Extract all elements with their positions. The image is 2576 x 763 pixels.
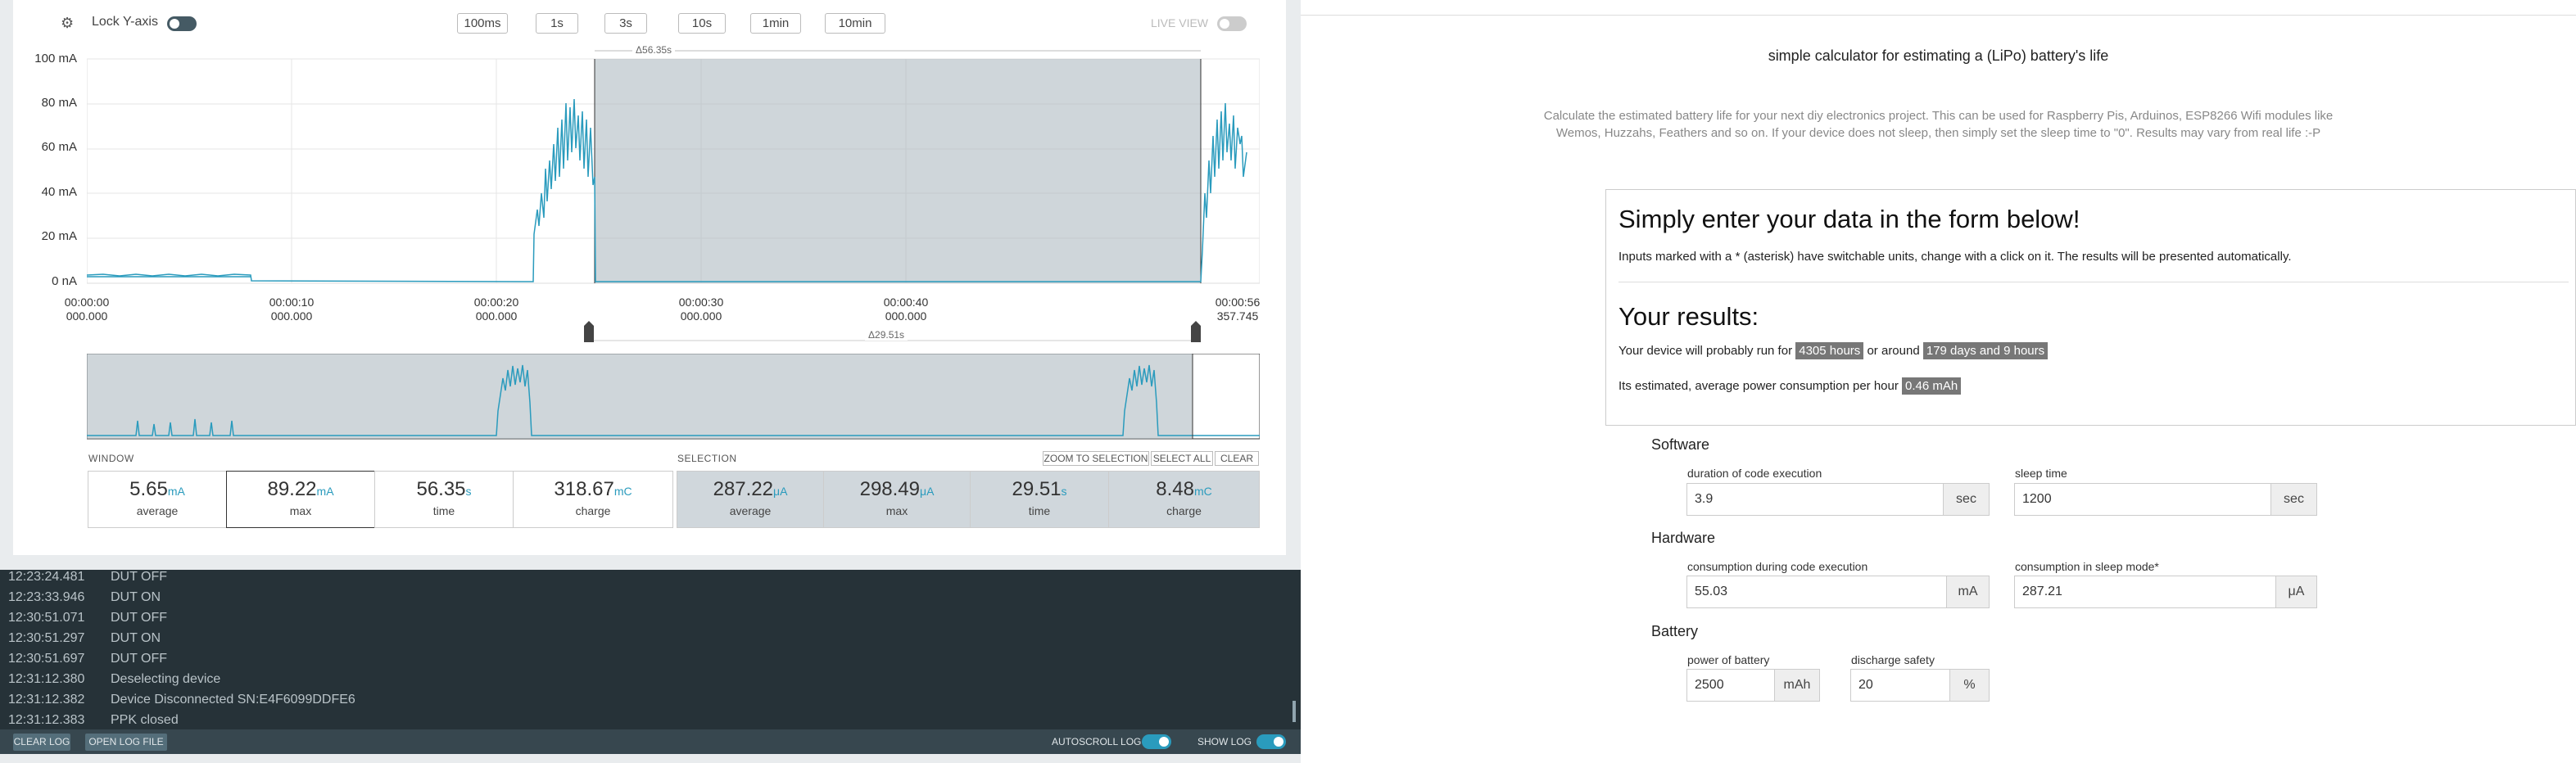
sleep-consumption-input[interactable]: 287.21 bbox=[2014, 576, 2276, 608]
hardware-heading: Hardware bbox=[1651, 530, 1716, 546]
sleep-time-unit: sec bbox=[2270, 483, 2317, 516]
window-average: 5.65mA average bbox=[88, 471, 227, 528]
window-time: 56.35s time bbox=[374, 471, 514, 528]
consumption-result: Its estimated, average power consumption… bbox=[1618, 377, 1962, 395]
sleep-time-input[interactable]: 1200 bbox=[2014, 483, 2271, 516]
range-1s-button[interactable]: 1s bbox=[536, 13, 578, 34]
sleep-consumption-label: consumption in sleep mode* bbox=[2015, 560, 2159, 573]
show-log-toggle[interactable] bbox=[1256, 734, 1286, 749]
range-1min-button[interactable]: 1min bbox=[750, 13, 801, 34]
log-entry: 12:31:12.380 Deselecting device bbox=[8, 672, 221, 686]
lock-y-axis-toggle[interactable] bbox=[167, 16, 197, 31]
y-tick: 60 mA bbox=[41, 140, 77, 154]
y-tick: 80 mA bbox=[41, 96, 77, 110]
discharge-safety-label: discharge safety bbox=[1851, 653, 1935, 666]
log-scrollbar[interactable] bbox=[1293, 701, 1296, 722]
window-max: 89.22mA max bbox=[226, 471, 375, 528]
run-time-result: Your device will probably run for 4305 h… bbox=[1618, 342, 2049, 359]
selection-section-label: SELECTION bbox=[677, 453, 737, 464]
top-divider bbox=[1301, 15, 2576, 16]
show-log-label: SHOW LOG bbox=[1197, 736, 1252, 747]
range-3s-button[interactable]: 3s bbox=[604, 13, 647, 34]
window-stats: 5.65mA average 89.22mA max 56.35s time 318.… bbox=[88, 471, 673, 528]
x-tick: 00:00:10 000.000 bbox=[269, 296, 315, 323]
log-entry: 12:30:51.697 DUT OFF bbox=[8, 652, 168, 666]
selection-stats: 287.22μA average 298.49μA max 29.51s time 8… bbox=[677, 471, 1260, 528]
range-10s-button[interactable]: 10s bbox=[678, 13, 726, 34]
zoom-to-selection-button[interactable]: ZOOM TO SELECTION bbox=[1043, 451, 1149, 466]
run-days-value: 179 days and 9 hours bbox=[1922, 342, 2049, 359]
sleep-consumption-unit-toggle[interactable]: μA bbox=[2275, 576, 2317, 608]
autoscroll-label: AUTOSCROLL LOG bbox=[1052, 736, 1142, 747]
window-delta-label: Δ56.35s bbox=[632, 44, 676, 56]
discharge-safety-input[interactable]: 20 bbox=[1850, 669, 1950, 702]
battery-power-input[interactable]: 2500 bbox=[1686, 669, 1775, 702]
window-charge: 318.67mC charge bbox=[513, 471, 673, 528]
selection-max: 298.49μA max bbox=[823, 471, 971, 528]
y-tick: 20 mA bbox=[41, 229, 77, 243]
log-entry: 12:30:51.297 DUT ON bbox=[8, 631, 161, 645]
lock-y-axis-label: Lock Y-axis bbox=[92, 15, 158, 29]
chart-panel: ⚙ Lock Y-axis 100ms 1s 3s 10s 1min 10min… bbox=[13, 0, 1286, 555]
page-title: simple calculator for estimating a (LiPo… bbox=[1768, 47, 2109, 64]
battery-calculator-page: simple calculator for estimating a (LiPo… bbox=[1301, 0, 2576, 763]
minimap-chart[interactable] bbox=[87, 354, 1260, 440]
live-view-toggle[interactable] bbox=[1217, 16, 1247, 31]
current-chart[interactable] bbox=[87, 46, 1260, 291]
log-panel: 12:23:24.481 DUT OFF 12:23:33.946 DUT ON 1… bbox=[0, 570, 1301, 729]
clear-selection-button[interactable]: CLEAR bbox=[1215, 451, 1259, 466]
page-description: Calculate the estimated battery life for… bbox=[1543, 109, 2334, 140]
live-view-label: LIVE VIEW bbox=[1151, 16, 1209, 29]
y-tick: 40 mA bbox=[41, 185, 77, 199]
autoscroll-toggle[interactable] bbox=[1142, 734, 1171, 749]
log-entry: 12:23:24.481 DUT OFF bbox=[8, 570, 168, 584]
selection-delta-label: Δ29.51s bbox=[865, 329, 908, 341]
duration-input[interactable]: 3.9 bbox=[1686, 483, 1944, 516]
x-tick: 00:00:00 000.000 bbox=[64, 296, 110, 323]
selection-time: 29.51s time bbox=[970, 471, 1109, 528]
selection-charge: 8.48mC charge bbox=[1108, 471, 1260, 528]
range-10min-button[interactable]: 10min bbox=[825, 13, 885, 34]
discharge-safety-unit: % bbox=[1949, 669, 1990, 702]
battery-power-unit: mAh bbox=[1774, 669, 1820, 702]
battery-power-label: power of battery bbox=[1687, 653, 1770, 666]
open-log-file-button[interactable]: OPEN LOG FILE bbox=[85, 734, 167, 751]
exec-consumption-label: consumption during code execution bbox=[1687, 560, 1868, 573]
log-entry: 12:31:12.382 Device Disconnected SN:E4F60… bbox=[8, 693, 355, 707]
results-heading: Your results: bbox=[1618, 302, 1759, 331]
y-tick: 0 nA bbox=[52, 274, 77, 288]
form-hint: Inputs marked with a * (asterisk) have s… bbox=[1618, 250, 2292, 264]
range-100ms-button[interactable]: 100ms bbox=[457, 13, 508, 34]
consumption-value: 0.46 mAh bbox=[1902, 377, 1962, 395]
duration-label: duration of code execution bbox=[1687, 467, 1822, 480]
form-heading: Simply enter your data in the form below… bbox=[1618, 205, 2080, 233]
software-heading: Software bbox=[1651, 436, 1710, 453]
selection-average: 287.22μA average bbox=[677, 471, 824, 528]
results-box: Simply enter your data in the form below… bbox=[1605, 189, 2576, 426]
log-entry: 12:23:33.946 DUT ON bbox=[8, 590, 161, 604]
x-tick: 00:00:20 000.000 bbox=[473, 296, 519, 323]
run-hours-value: 4305 hours bbox=[1795, 342, 1864, 359]
exec-consumption-input[interactable]: 55.03 bbox=[1686, 576, 1947, 608]
select-all-button[interactable]: SELECT ALL bbox=[1151, 451, 1213, 466]
sleep-time-label: sleep time bbox=[2015, 467, 2067, 480]
exec-consumption-unit: mA bbox=[1946, 576, 1990, 608]
duration-unit: sec bbox=[1943, 483, 1990, 516]
gear-icon[interactable]: ⚙ bbox=[61, 15, 79, 33]
log-entry: 12:30:51.071 DUT OFF bbox=[8, 611, 168, 625]
x-tick: 00:00:56 357.745 bbox=[1215, 296, 1261, 323]
window-section-label: WINDOW bbox=[88, 453, 134, 464]
y-tick: 100 mA bbox=[34, 52, 77, 65]
selection-region bbox=[595, 59, 1201, 283]
power-profiler-app: ⚙ Lock Y-axis 100ms 1s 3s 10s 1min 10min… bbox=[0, 0, 1301, 763]
battery-heading: Battery bbox=[1651, 623, 1699, 639]
clear-log-button[interactable]: CLEAR LOG bbox=[13, 734, 70, 751]
log-toolbar: CLEAR LOG OPEN LOG FILE AUTOSCROLL LOG S… bbox=[0, 729, 1301, 754]
